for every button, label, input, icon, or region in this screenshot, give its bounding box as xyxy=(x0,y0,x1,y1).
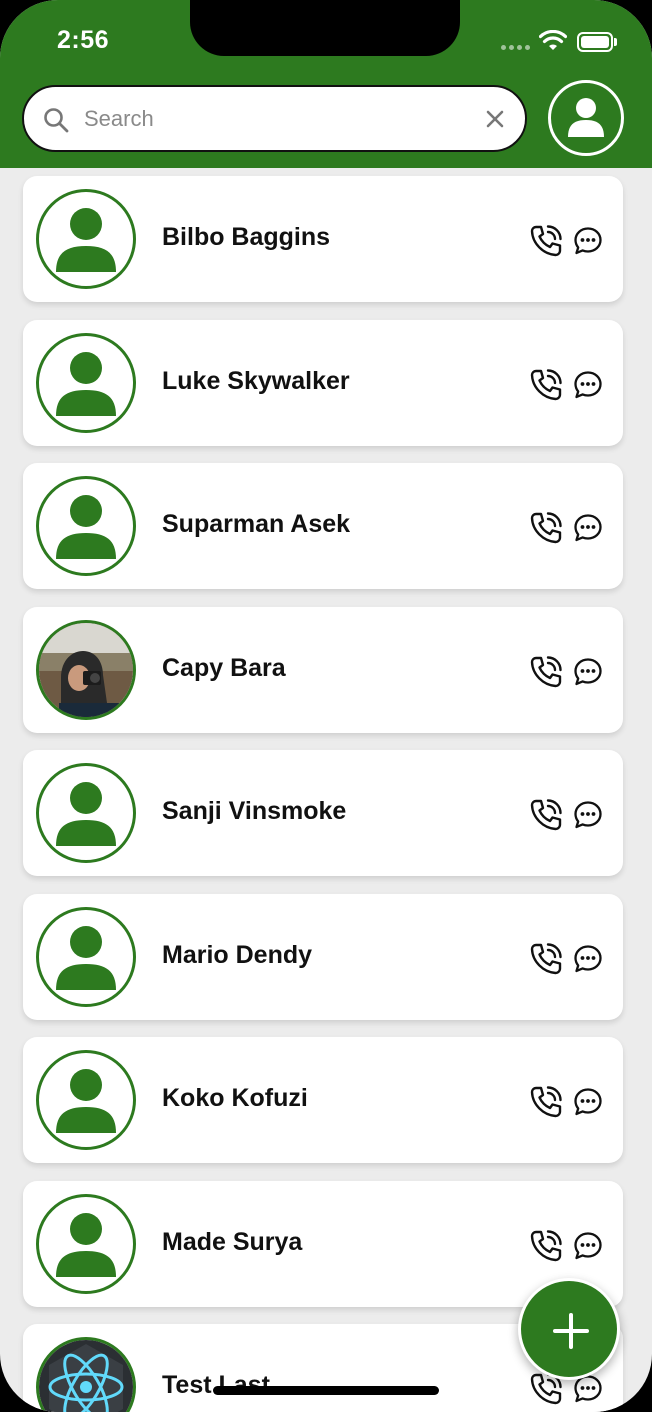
message-button[interactable] xyxy=(573,800,603,835)
call-button[interactable] xyxy=(529,798,563,837)
message-button[interactable] xyxy=(573,1087,603,1122)
call-button[interactable] xyxy=(529,368,563,407)
app-screen: 2:56 Search Bilbo Baggins Luke Skywalker… xyxy=(0,0,652,1412)
phone-icon[interactable] xyxy=(529,655,563,689)
contact-card[interactable]: Mario Dendy xyxy=(23,893,623,1020)
app-header: 2:56 xyxy=(0,0,652,168)
contact-name: Luke Skywalker xyxy=(162,366,350,395)
phone-icon[interactable] xyxy=(529,224,563,258)
contact-name: Made Surya xyxy=(162,1227,303,1256)
contact-name: Koko Kofuzi xyxy=(162,1084,308,1112)
contact-list: Bilbo Baggins Luke Skywalker Suparman As… xyxy=(0,168,652,1412)
message-button[interactable] xyxy=(573,226,603,261)
person-icon xyxy=(56,351,116,416)
call-button[interactable] xyxy=(529,1229,563,1268)
phone-icon[interactable] xyxy=(529,942,563,976)
search-bar[interactable] xyxy=(22,85,527,152)
contact-name: Sanji Vinsmoke xyxy=(162,797,347,825)
cellular-signal-icon xyxy=(501,45,530,50)
close-icon[interactable] xyxy=(484,108,506,130)
chat-bubble-icon[interactable] xyxy=(573,1231,603,1261)
phone-icon[interactable] xyxy=(529,511,563,545)
message-button[interactable] xyxy=(573,944,603,979)
home-indicator xyxy=(213,1386,439,1395)
person-icon xyxy=(56,782,116,846)
chat-bubble-icon[interactable] xyxy=(573,657,603,687)
person-icon xyxy=(56,1069,116,1133)
phone-icon[interactable] xyxy=(529,368,563,402)
contact-card[interactable]: Capy Bara xyxy=(23,606,623,733)
phone-icon[interactable] xyxy=(529,1229,563,1263)
contact-avatar[interactable] xyxy=(36,906,136,1007)
profile-button[interactable] xyxy=(548,80,624,156)
message-button[interactable] xyxy=(573,657,603,692)
person-icon xyxy=(56,925,116,990)
message-button[interactable] xyxy=(573,370,603,405)
phone-icon[interactable] xyxy=(529,798,563,832)
contact-avatar[interactable] xyxy=(36,1193,136,1294)
contact-card[interactable]: Luke Skywalker xyxy=(23,319,623,446)
call-button[interactable] xyxy=(529,1085,563,1124)
person-icon xyxy=(56,495,116,559)
react-logo xyxy=(39,1340,133,1412)
plus-icon xyxy=(553,1313,589,1349)
add-contact-button[interactable] xyxy=(518,1278,620,1380)
search-icon xyxy=(44,108,69,133)
chat-bubble-icon[interactable] xyxy=(573,800,603,830)
profile-photo xyxy=(39,622,133,717)
contact-card[interactable]: Suparman Asek xyxy=(23,463,623,589)
contact-avatar[interactable] xyxy=(36,1050,136,1150)
contact-avatar[interactable] xyxy=(36,1337,136,1412)
person-icon xyxy=(56,208,116,272)
phone-icon[interactable] xyxy=(529,1085,563,1119)
contact-name: Bilbo Baggins xyxy=(162,223,331,251)
chat-bubble-icon[interactable] xyxy=(573,1087,603,1117)
battery-icon xyxy=(577,32,617,52)
contact-card[interactable]: Sanji Vinsmoke xyxy=(23,750,623,876)
contact-avatar[interactable] xyxy=(36,763,136,863)
contact-name: Suparman Asek xyxy=(162,510,351,538)
chat-bubble-icon[interactable] xyxy=(573,370,603,400)
call-button[interactable] xyxy=(529,511,563,550)
call-button[interactable] xyxy=(529,224,563,263)
call-button[interactable] xyxy=(529,655,563,694)
message-button[interactable] xyxy=(573,513,603,548)
contact-avatar[interactable] xyxy=(36,619,136,720)
chat-bubble-icon[interactable] xyxy=(573,513,603,543)
status-time: 2:56 xyxy=(57,26,110,54)
user-icon xyxy=(568,98,604,137)
contact-name: Mario Dendy xyxy=(162,940,313,969)
message-button[interactable] xyxy=(573,1231,603,1266)
contact-card[interactable]: Koko Kofuzi xyxy=(23,1037,623,1163)
person-icon xyxy=(56,1212,116,1277)
chat-bubble-icon[interactable] xyxy=(573,944,603,974)
contact-card[interactable]: Bilbo Baggins xyxy=(23,176,623,302)
search-input[interactable] xyxy=(84,101,464,137)
contact-avatar[interactable] xyxy=(36,189,136,289)
contact-avatar[interactable] xyxy=(36,476,136,576)
call-button[interactable] xyxy=(529,942,563,981)
contact-card[interactable]: Made Surya xyxy=(23,1180,623,1307)
device-notch xyxy=(190,0,460,56)
chat-bubble-icon[interactable] xyxy=(573,226,603,256)
contact-name: Capy Bara xyxy=(162,653,286,682)
contact-avatar[interactable] xyxy=(36,332,136,433)
wifi-icon xyxy=(539,30,567,50)
